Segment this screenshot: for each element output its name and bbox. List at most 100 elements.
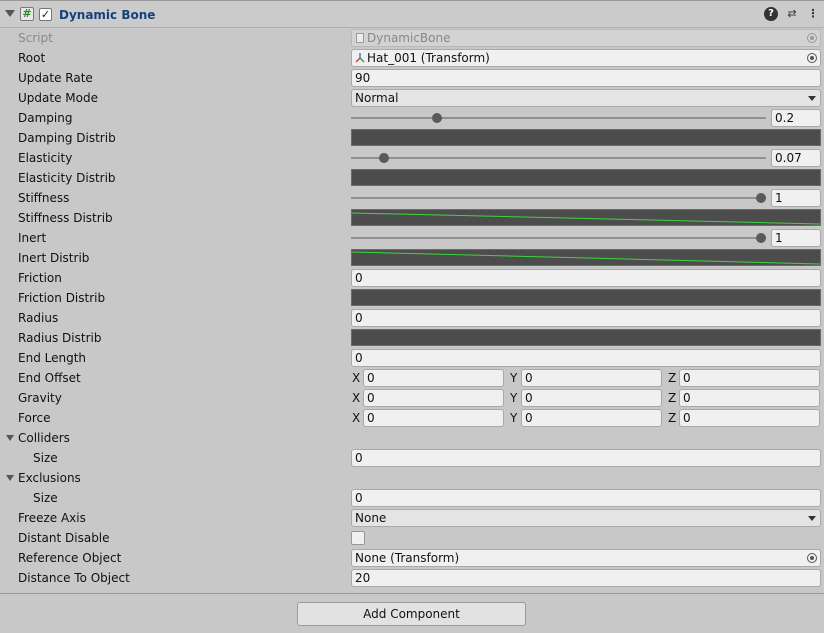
script-icon: # [20, 7, 34, 21]
z-axis-label[interactable]: Z [668, 391, 676, 405]
script-label: Script [18, 31, 53, 45]
inert-slider-thumb[interactable] [756, 233, 766, 243]
end-offset-label: End Offset [18, 371, 81, 385]
elasticity-row: Elasticity 0.07 [0, 148, 824, 168]
gravity-z-input[interactable]: 0 [679, 389, 820, 407]
damping-label[interactable]: Damping [18, 111, 72, 125]
stiffness-slider-thumb[interactable] [756, 193, 766, 203]
x-axis-label[interactable]: X [352, 411, 360, 425]
update-rate-label[interactable]: Update Rate [18, 71, 93, 85]
presets-icon[interactable]: ⇄ [785, 7, 799, 21]
colliders-size-input[interactable]: 0 [351, 449, 821, 467]
exclusions-label[interactable]: Exclusions [18, 471, 81, 485]
gravity-x-input[interactable]: 0 [363, 389, 504, 407]
elasticity-label[interactable]: Elasticity [18, 151, 72, 165]
update-mode-label: Update Mode [18, 91, 98, 105]
distance-to-object-label[interactable]: Distance To Object [18, 571, 130, 585]
object-picker-icon[interactable] [807, 53, 817, 63]
damping-input[interactable]: 0.2 [771, 109, 821, 127]
y-axis-label[interactable]: Y [510, 391, 517, 405]
gravity-label: Gravity [18, 391, 62, 405]
exclusions-size-label[interactable]: Size [33, 491, 58, 505]
force-x-input[interactable]: 0 [363, 409, 504, 427]
object-picker-icon[interactable] [807, 553, 817, 563]
exclusions-foldout[interactable]: Exclusions [0, 468, 824, 488]
exclusions-size-input[interactable]: 0 [351, 489, 821, 507]
expand-arrow-icon[interactable] [6, 475, 14, 481]
inert-input[interactable]: 1 [771, 229, 821, 247]
context-menu-icon[interactable]: ⋮ [806, 7, 820, 21]
radius-distrib-curve[interactable] [351, 329, 821, 346]
root-row: Root Hat_001 (Transform) [0, 48, 824, 68]
friction-input[interactable]: 0 [351, 269, 821, 287]
inert-label[interactable]: Inert [18, 231, 46, 245]
force-row: Force X 0 Y 0 Z 0 [0, 408, 824, 428]
update-mode-row: Update Mode Normal [0, 88, 824, 108]
script-file-icon [356, 33, 364, 43]
end-length-label[interactable]: End Length [18, 351, 86, 365]
x-axis-label[interactable]: X [352, 371, 360, 385]
reference-object-field[interactable]: None (Transform) [351, 549, 821, 567]
stiffness-slider-track[interactable] [351, 197, 766, 199]
friction-label[interactable]: Friction [18, 271, 62, 285]
radius-label[interactable]: Radius [18, 311, 58, 325]
force-z-input[interactable]: 0 [679, 409, 820, 427]
update-mode-dropdown[interactable]: Normal [351, 89, 821, 107]
y-axis-label[interactable]: Y [510, 411, 517, 425]
distant-disable-checkbox[interactable] [351, 531, 365, 545]
update-rate-row: Update Rate 90 [0, 68, 824, 88]
collapse-arrow-icon[interactable] [5, 10, 15, 17]
colliders-size-row: Size 0 [0, 448, 824, 468]
colliders-foldout[interactable]: Colliders [0, 428, 824, 448]
distance-to-object-input[interactable]: 20 [351, 569, 821, 587]
radius-distrib-row: Radius Distrib [0, 328, 824, 348]
end-offset-x-input[interactable]: 0 [363, 369, 504, 387]
inert-distrib-row: Inert Distrib [0, 248, 824, 268]
end-offset-z-input[interactable]: 0 [679, 369, 820, 387]
distant-disable-label: Distant Disable [18, 531, 110, 545]
stiffness-input[interactable]: 1 [771, 189, 821, 207]
script-value: DynamicBone [367, 31, 451, 45]
component-title[interactable]: Dynamic Bone [59, 8, 155, 22]
gravity-y-input[interactable]: 0 [521, 389, 662, 407]
inert-distrib-curve[interactable] [351, 249, 821, 266]
damping-slider-thumb[interactable] [432, 113, 442, 123]
elasticity-slider-track[interactable] [351, 157, 766, 159]
inert-distrib-label: Inert Distrib [18, 251, 90, 265]
x-axis-label[interactable]: X [352, 391, 360, 405]
colliders-label[interactable]: Colliders [18, 431, 70, 445]
elasticity-slider-thumb[interactable] [379, 153, 390, 163]
add-component-button[interactable]: Add Component [297, 602, 526, 626]
damping-slider-track[interactable] [351, 117, 766, 119]
enabled-checkbox[interactable]: ✓ [39, 8, 52, 21]
friction-row: Friction 0 [0, 268, 824, 288]
force-y-input[interactable]: 0 [521, 409, 662, 427]
elasticity-distrib-curve[interactable] [351, 169, 821, 186]
elasticity-input[interactable]: 0.07 [771, 149, 821, 167]
freeze-axis-dropdown[interactable]: None [351, 509, 821, 527]
end-offset-y-input[interactable]: 0 [521, 369, 662, 387]
divider [0, 593, 824, 594]
root-field[interactable]: Hat_001 (Transform) [351, 49, 821, 67]
component-header: # ✓ Dynamic Bone ? ⇄ ⋮ [0, 0, 824, 28]
end-length-input[interactable]: 0 [351, 349, 821, 367]
help-icon[interactable]: ? [764, 7, 778, 21]
end-length-row: End Length 0 [0, 348, 824, 368]
y-axis-label[interactable]: Y [510, 371, 517, 385]
force-label: Force [18, 411, 51, 425]
expand-arrow-icon[interactable] [6, 435, 14, 441]
exclusions-size-row: Size 0 [0, 488, 824, 508]
root-label: Root [18, 51, 46, 65]
update-rate-input[interactable]: 90 [351, 69, 821, 87]
stiffness-row: Stiffness 1 [0, 188, 824, 208]
radius-input[interactable]: 0 [351, 309, 821, 327]
z-axis-label[interactable]: Z [668, 371, 676, 385]
damping-distrib-curve[interactable] [351, 129, 821, 146]
reference-object-row: Reference Object None (Transform) [0, 548, 824, 568]
colliders-size-label[interactable]: Size [33, 451, 58, 465]
friction-distrib-curve[interactable] [351, 289, 821, 306]
inert-slider-track[interactable] [351, 237, 766, 239]
z-axis-label[interactable]: Z [668, 411, 676, 425]
stiffness-distrib-curve[interactable] [351, 209, 821, 226]
stiffness-label[interactable]: Stiffness [18, 191, 69, 205]
